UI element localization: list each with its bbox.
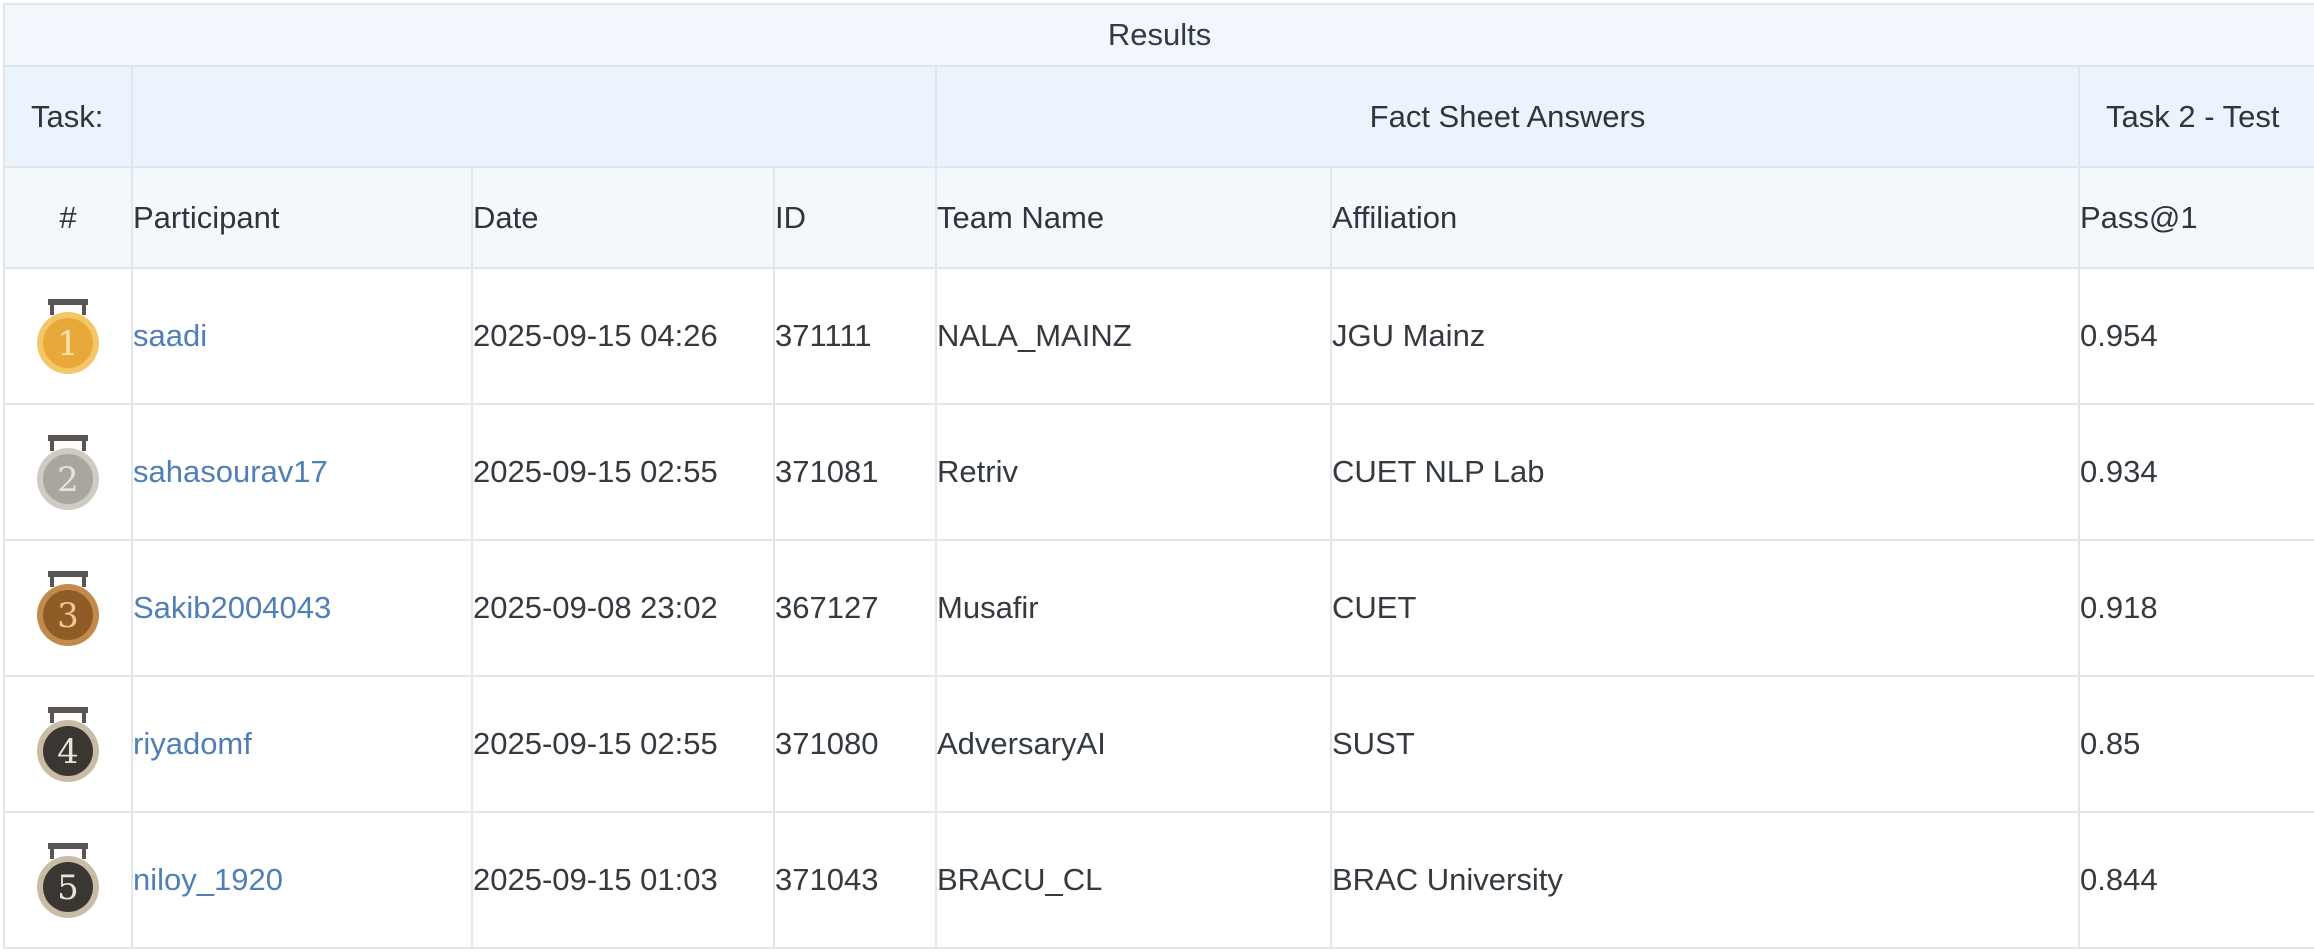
medal-rank-number: 2 [57, 460, 79, 500]
medal-icon: 2 [37, 435, 99, 510]
medal-rank-number: 3 [57, 596, 79, 636]
group-header-fact-sheet: Fact Sheet Answers [935, 65, 2080, 168]
team-name-cell: AdversaryAI [935, 675, 1332, 813]
participant-link[interactable]: niloy_1920 [134, 862, 283, 897]
submission-id-cell: 371111 [773, 267, 937, 405]
participant-cell: niloy_1920 [131, 811, 473, 949]
column-header-date[interactable]: Date [471, 166, 775, 269]
column-header-rank[interactable]: # [3, 166, 133, 269]
affiliation-cell: CUET [1330, 539, 2080, 677]
submission-id-cell: 371043 [773, 811, 937, 949]
date-cell: 2025-09-15 02:55 [471, 403, 775, 541]
table-row: 2 sahasourav17 2025-09-15 02:55 371081 Retri… [3, 403, 2314, 541]
team-name-cell: BRACU_CL [935, 811, 1332, 949]
participant-link[interactable]: sahasourav17 [134, 454, 328, 489]
submission-id-cell: 371081 [773, 403, 937, 541]
task-label: Task: [3, 65, 133, 168]
table-row: 1 saadi 2025-09-15 04:26 371111 NALA_MAINZ JG… [3, 267, 2314, 405]
column-header-participant[interactable]: Participant [131, 166, 473, 269]
column-header-team-name[interactable]: Team Name [935, 166, 1332, 269]
rank-cell: 2 [3, 403, 133, 541]
results-table: Results Task: Fact Sheet Answers Task 2 … [2, 3, 2314, 949]
table-title: Results [2, 3, 2314, 67]
rank-cell: 1 [3, 267, 133, 405]
pass1-score-cell: 0.844 [2077, 811, 2314, 949]
participant-cell: saadi [131, 267, 473, 405]
participant-link[interactable]: saadi [134, 318, 207, 353]
pass1-score-cell: 0.954 [2077, 267, 2314, 405]
rank-cell: 3 [3, 539, 133, 677]
date-cell: 2025-09-08 23:02 [471, 539, 775, 677]
medal-icon: 5 [37, 843, 99, 918]
column-header-affiliation[interactable]: Affiliation [1330, 166, 2080, 269]
participant-cell: riyadomf [131, 675, 473, 813]
date-cell: 2025-09-15 04:26 [471, 267, 775, 405]
column-header-pass1[interactable]: Pass@1 [2077, 166, 2314, 269]
pass1-score-cell: 0.934 [2077, 403, 2314, 541]
affiliation-cell: JGU Mainz [1330, 267, 2080, 405]
team-name-cell: Retriv [935, 403, 1332, 541]
team-name-cell: NALA_MAINZ [935, 267, 1332, 405]
affiliation-cell: BRAC University [1330, 811, 2080, 949]
column-header-id[interactable]: ID [773, 166, 937, 269]
affiliation-cell: SUST [1330, 675, 2080, 813]
medal-rank-number: 1 [57, 324, 79, 364]
table-row: 5 niloy_1920 2025-09-15 01:03 371043 BRACU_C… [3, 811, 2314, 949]
team-name-cell: Musafir [935, 539, 1332, 677]
date-cell: 2025-09-15 01:03 [471, 811, 775, 949]
medal-rank-number: 5 [57, 868, 79, 908]
medal-rank-number: 4 [57, 732, 79, 772]
rank-cell: 4 [3, 675, 133, 813]
participant-cell: sahasourav17 [131, 403, 473, 541]
results-table-container: Results Task: Fact Sheet Answers Task 2 … [2, 3, 2314, 949]
table-row: 4 riyadomf 2025-09-15 02:55 371080 Adversary… [3, 675, 2314, 813]
affiliation-cell: CUET NLP Lab [1330, 403, 2080, 541]
submission-id-cell: 371080 [773, 675, 937, 813]
participant-link[interactable]: Sakib2004043 [134, 590, 331, 625]
pass1-score-cell: 0.918 [2077, 539, 2314, 677]
table-row: 3 Sakib2004043 2025-09-08 23:02 367127 Musaf… [3, 539, 2314, 677]
submission-id-cell: 367127 [773, 539, 937, 677]
pass1-score-cell: 0.85 [2077, 675, 2314, 813]
medal-icon: 1 [37, 299, 99, 374]
medal-icon: 3 [37, 571, 99, 646]
group-header-blank [131, 65, 937, 168]
participant-cell: Sakib2004043 [131, 539, 473, 677]
date-cell: 2025-09-15 02:55 [471, 675, 775, 813]
group-header-task: Task 2 - Test [2077, 65, 2314, 168]
rank-cell: 5 [3, 811, 133, 949]
participant-link[interactable]: riyadomf [134, 726, 252, 761]
medal-icon: 4 [37, 707, 99, 782]
